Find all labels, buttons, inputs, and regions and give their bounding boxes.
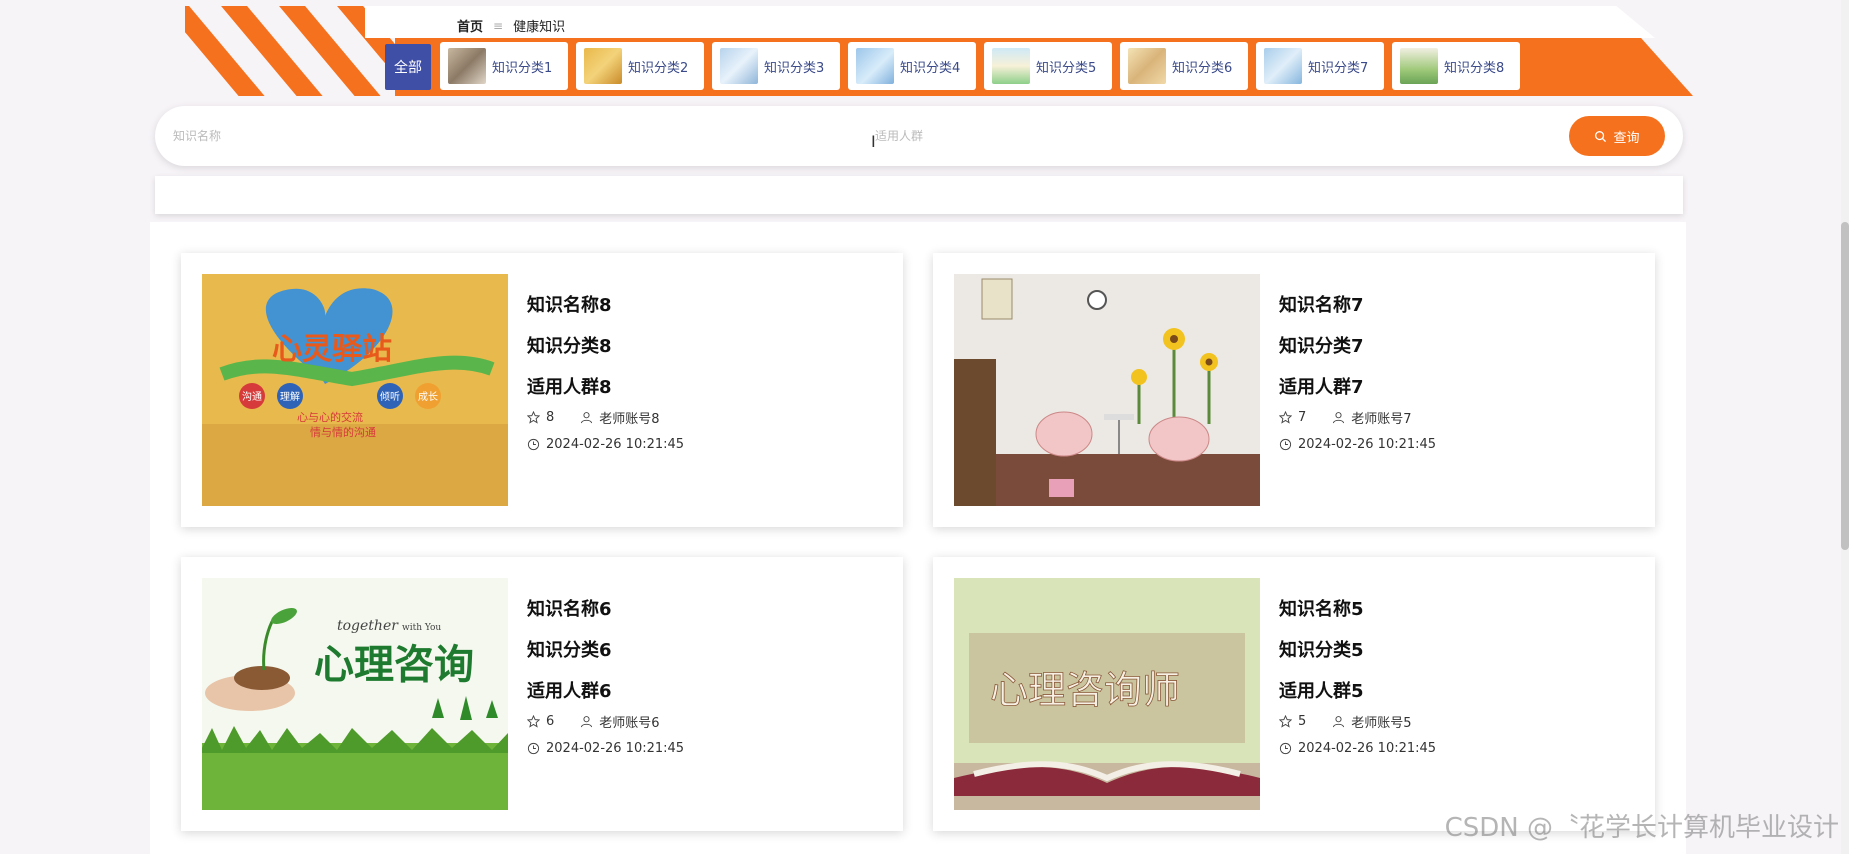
like-count: 8 <box>546 410 555 425</box>
category-item-3[interactable]: 知识分类3 <box>712 42 840 90</box>
knowledge-image <box>954 274 1260 506</box>
page-scrollbar[interactable] <box>1841 0 1849 854</box>
svg-text:心理咨询: 心理咨询 <box>314 642 474 688</box>
svg-text:倾听: 倾听 <box>380 390 400 403</box>
breadcrumb-separator: ≡ <box>493 18 504 33</box>
clock-icon <box>1279 438 1292 451</box>
knowledge-name: 知识名称6 <box>527 599 612 620</box>
star-icon <box>1279 715 1292 728</box>
category-thumb <box>448 48 486 84</box>
filter-strip <box>155 176 1683 214</box>
knowledge-card[interactable]: 心灵驿站 沟通 理解 倾听 成长 心与心的交流 情与情的沟通 知识名称8 知识分… <box>181 253 903 527</box>
category-item-8[interactable]: 知识分类8 <box>1392 42 1520 90</box>
clock-icon <box>1279 742 1292 755</box>
category-item-4[interactable]: 知识分类4 <box>848 42 976 90</box>
category-label: 知识分类4 <box>900 60 961 76</box>
like-count: 6 <box>546 714 555 729</box>
category-label: 知识分类7 <box>1308 60 1369 76</box>
target-crowd: 适用人群6 <box>527 681 612 702</box>
star-icon <box>527 715 540 728</box>
category-thumb <box>1264 48 1302 84</box>
breadcrumb-home[interactable]: 首页 <box>457 16 483 35</box>
breadcrumb: 首页 ≡ 健康知识 <box>457 16 566 36</box>
like-count: 5 <box>1298 714 1307 729</box>
knowledge-image: 心理咨询师 <box>954 578 1260 810</box>
svg-text:沟通: 沟通 <box>242 390 262 403</box>
svg-text:成长: 成长 <box>418 391 438 403</box>
teacher-account: 老师账号7 <box>1351 412 1412 427</box>
query-button[interactable]: 查询 <box>1569 116 1665 156</box>
knowledge-category: 知识分类5 <box>1279 640 1364 661</box>
svg-text:together: together <box>337 618 399 634</box>
category-item-1[interactable]: 知识分类1 <box>440 42 568 90</box>
knowledge-card[interactable]: together with You 心理咨询 知识名称6 知识分类6 适用人群6… <box>181 557 903 831</box>
user-icon <box>581 412 593 424</box>
search-icon <box>1595 130 1607 142</box>
target-crowd: 适用人群5 <box>1279 681 1364 702</box>
clock-icon <box>527 438 540 451</box>
target-crowd: 适用人群7 <box>1279 377 1364 398</box>
knowledge-category: 知识分类6 <box>527 640 612 661</box>
category-label: 知识分类1 <box>492 60 553 76</box>
svg-text:with You: with You <box>402 623 441 633</box>
clock-icon <box>527 742 540 755</box>
knowledge-name: 知识名称7 <box>1279 295 1364 316</box>
svg-text:心灵驿站: 心灵驿站 <box>272 332 392 367</box>
category-thumb <box>584 48 622 84</box>
target-crowd: 适用人群8 <box>527 377 612 398</box>
category-label: 知识分类5 <box>1036 60 1097 76</box>
publish-time: 2024-02-26 10:21:45 <box>546 437 685 452</box>
knowledge-card[interactable]: 知识名称7 知识分类7 适用人群7 7 老师账号7 2024-02-26 10:… <box>933 253 1655 527</box>
category-item-5[interactable]: 知识分类5 <box>984 42 1112 90</box>
category-label: 知识分类3 <box>764 60 825 76</box>
scrollbar-thumb[interactable] <box>1841 222 1849 550</box>
knowledge-name-input[interactable] <box>173 126 693 146</box>
category-item-7[interactable]: 知识分类7 <box>1256 42 1384 90</box>
category-item-6[interactable]: 知识分类6 <box>1120 42 1248 90</box>
publish-time: 2024-02-26 10:21:45 <box>1298 437 1437 452</box>
star-icon <box>527 411 540 424</box>
category-thumb <box>856 48 894 84</box>
user-icon <box>581 716 593 728</box>
svg-text:心与心的交流: 心与心的交流 <box>297 410 363 424</box>
svg-text:理解: 理解 <box>280 390 300 403</box>
publish-time: 2024-02-26 10:21:45 <box>546 741 685 756</box>
svg-text:心理咨询师: 心理咨询师 <box>990 668 1180 712</box>
teacher-account: 老师账号6 <box>599 716 660 731</box>
category-label: 知识分类2 <box>628 60 689 76</box>
category-list: 知识分类1 知识分类2 知识分类3 知识分类4 知识分类5 知识分类6 知识分类… <box>440 42 1520 90</box>
knowledge-category: 知识分类7 <box>1279 336 1364 357</box>
category-item-2[interactable]: 知识分类2 <box>576 42 704 90</box>
target-crowd-input[interactable] <box>875 126 1395 146</box>
category-thumb <box>1128 48 1166 84</box>
like-count: 7 <box>1298 410 1307 425</box>
knowledge-list: 心灵驿站 沟通 理解 倾听 成长 心与心的交流 情与情的沟通 知识名称8 知识分… <box>150 222 1686 854</box>
teacher-account: 老师账号5 <box>1351 716 1412 731</box>
category-all-button[interactable]: 全部 <box>385 44 431 90</box>
search-bar: I 查询 <box>155 106 1683 166</box>
category-label: 知识分类6 <box>1172 60 1233 76</box>
knowledge-name: 知识名称8 <box>527 295 612 316</box>
category-thumb <box>720 48 758 84</box>
svg-text:情与情的沟通: 情与情的沟通 <box>310 425 376 439</box>
teacher-account: 老师账号8 <box>599 412 660 427</box>
knowledge-category: 知识分类8 <box>527 336 612 357</box>
query-label: 查询 <box>1613 130 1640 146</box>
publish-time: 2024-02-26 10:21:45 <box>1298 741 1437 756</box>
star-icon <box>1279 411 1292 424</box>
knowledge-name: 知识名称5 <box>1279 599 1364 620</box>
watermark: CSDN @〝花学长计算机毕业设计 <box>1444 813 1839 843</box>
knowledge-card[interactable]: 心理咨询师 知识名称5 知识分类5 适用人群5 5 老师账号5 2024-02-… <box>933 557 1655 831</box>
user-icon <box>1333 412 1345 424</box>
breadcrumb-current: 健康知识 <box>513 20 566 35</box>
knowledge-image: 心灵驿站 沟通 理解 倾听 成长 心与心的交流 情与情的沟通 <box>202 274 508 506</box>
knowledge-image: together with You 心理咨询 <box>202 578 508 810</box>
user-icon <box>1333 716 1345 728</box>
category-thumb <box>992 48 1030 84</box>
category-label: 知识分类8 <box>1444 60 1505 76</box>
category-thumb <box>1400 48 1438 84</box>
